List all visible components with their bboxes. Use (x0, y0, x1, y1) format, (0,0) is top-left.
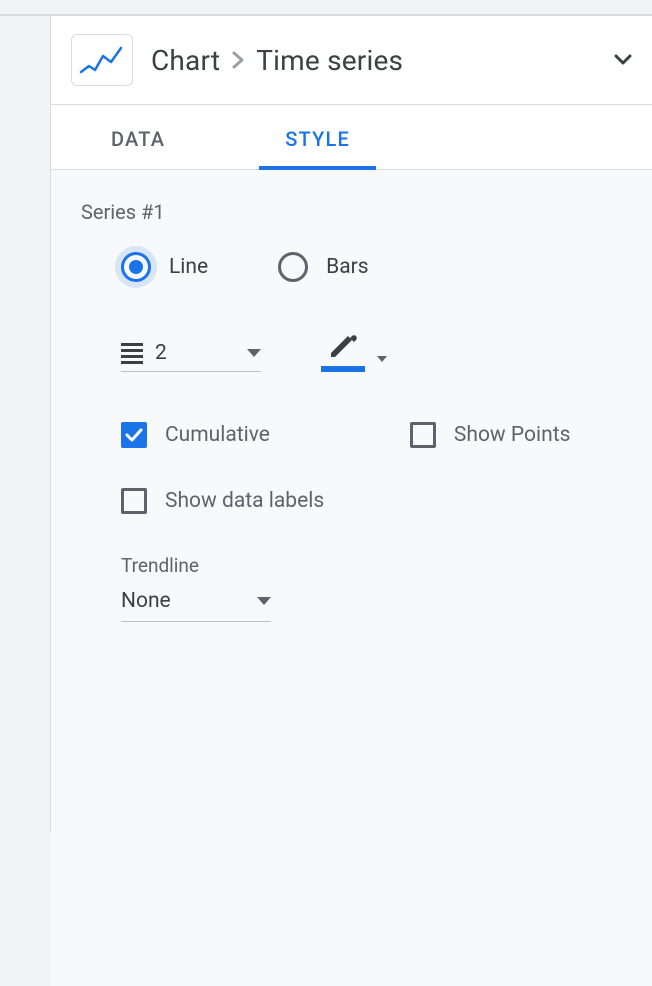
header-dropdown-icon[interactable] (614, 51, 632, 70)
checkbox-row-1: Cumulative Show Points (81, 422, 622, 448)
trendline-section: Trendline None (81, 554, 622, 622)
pencil-icon (326, 332, 360, 362)
checkbox-show-data-labels-label: Show data labels (165, 489, 324, 513)
checkbox-show-data-labels[interactable]: Show data labels (121, 488, 622, 514)
line-color-select[interactable] (321, 332, 387, 372)
checkbox-cumulative[interactable]: Cumulative (121, 422, 270, 448)
trendline-value: None (121, 589, 171, 613)
line-weight-select[interactable]: 2 (121, 341, 261, 372)
checkbox-cumulative-label: Cumulative (165, 423, 270, 447)
trendline-label: Trendline (121, 554, 622, 577)
tabs: DATA STYLE (51, 105, 652, 170)
chevron-right-icon (230, 50, 246, 70)
radio-bars-circle (278, 252, 308, 282)
radio-bars[interactable]: Bars (278, 252, 368, 282)
radio-line-circle (121, 252, 151, 282)
checkmark-icon (125, 428, 143, 442)
tab-style[interactable]: STYLE (265, 105, 370, 169)
panel-header: Chart Time series (51, 16, 652, 105)
checkbox-row-2: Show data labels (81, 488, 622, 514)
tab-data[interactable]: DATA (91, 105, 185, 169)
checkbox-show-points-box (410, 422, 436, 448)
dropdown-icon (377, 356, 387, 362)
line-chart-icon (77, 42, 127, 78)
checkbox-show-points-label: Show Points (454, 423, 571, 447)
trendline-select[interactable]: None (121, 589, 271, 622)
checkbox-show-points[interactable]: Show Points (410, 422, 571, 448)
checkbox-cumulative-box (121, 422, 147, 448)
line-style-row: 2 (81, 332, 622, 372)
breadcrumb-current: Time series (256, 44, 403, 77)
color-underline (321, 366, 365, 372)
chart-type-icon[interactable] (71, 34, 133, 86)
radio-bars-label: Bars (326, 255, 368, 279)
series-type-group: Line Bars (81, 252, 622, 282)
radio-line[interactable]: Line (121, 252, 208, 282)
line-weight-value: 2 (155, 341, 235, 365)
line-weight-icon (121, 343, 143, 364)
dropdown-icon (257, 597, 271, 605)
chevron-down-icon (614, 54, 632, 66)
breadcrumb-root: Chart (151, 44, 220, 77)
series-title: Series #1 (81, 200, 622, 224)
radio-line-label: Line (169, 255, 208, 279)
breadcrumb[interactable]: Chart Time series (151, 44, 403, 77)
checkbox-show-data-labels-box (121, 488, 147, 514)
dropdown-icon (247, 349, 261, 357)
style-content: Series #1 Line Bars 2 (51, 170, 652, 986)
